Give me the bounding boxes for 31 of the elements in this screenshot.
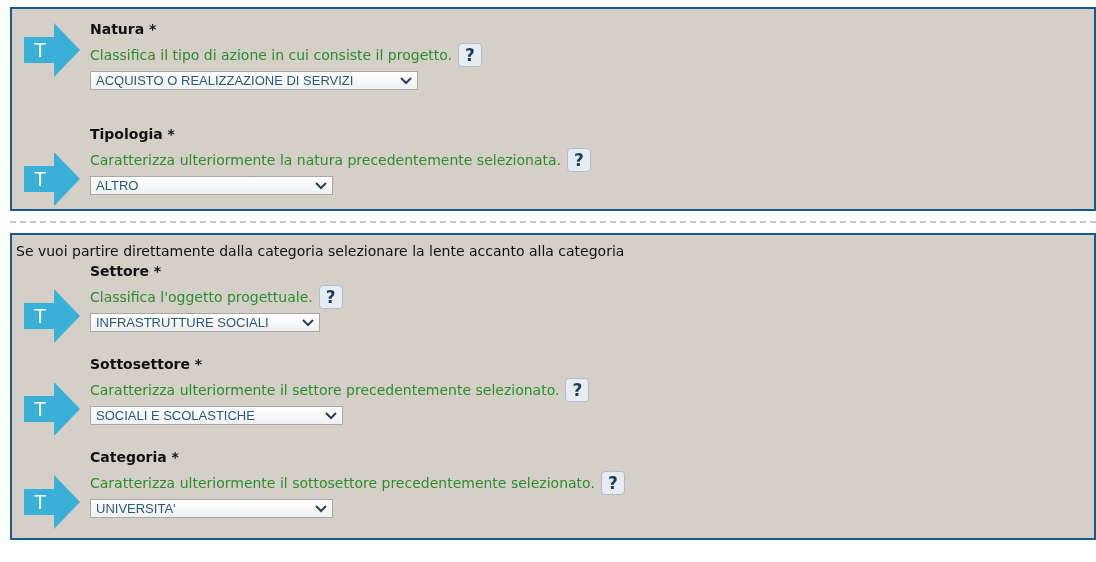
notice-text: Se vuoi partire direttamente dalla categoria selezionare la lente accanto alla categoria (15, 242, 625, 261)
chevron-down-icon (315, 504, 327, 513)
chevron-down-icon (302, 318, 314, 327)
dropdown-select[interactable]: ACQUISTO O REALIZZAZIONE DI SERVIZI (90, 71, 418, 90)
chevron-down-icon (315, 181, 327, 190)
chevron-down-icon (325, 411, 337, 420)
help-button[interactable]: ? (318, 285, 343, 309)
help-button[interactable]: ? (565, 378, 590, 402)
help-button[interactable]: ? (567, 148, 592, 172)
field-label: Natura * (90, 20, 157, 39)
marker-arrow: T (24, 152, 80, 206)
help-button[interactable]: ? (600, 471, 625, 495)
marker-arrow: T (24, 382, 80, 436)
dropdown-select[interactable]: SOCIALI E SCOLASTICHE (90, 406, 343, 425)
marker-arrow: T (24, 475, 80, 529)
field-label: Settore * (90, 262, 162, 281)
field-description: Caratterizza ulteriormente il sottosettore precedentemente selezionato. (90, 474, 595, 493)
field-label: Sottosettore * (90, 355, 203, 374)
marker-arrow: T (24, 23, 80, 77)
dropdown-select[interactable]: INFRASTRUTTURE SOCIALI (90, 313, 320, 332)
help-button[interactable]: ? (458, 43, 482, 67)
field-description: Classifica l'oggetto progettuale. (90, 288, 313, 307)
field-description: Caratterizza ulteriormente il settore precedentemente selezionato. (90, 381, 560, 400)
field-description: Caratterizza ulteriormente la natura precedentemente selezionata. (90, 151, 562, 170)
marker-arrow: T (24, 289, 80, 343)
dropdown-select[interactable]: UNIVERSITA' (90, 499, 333, 518)
dropdown-select[interactable]: ALTRO (90, 176, 333, 195)
field-label: Tipologia * (90, 125, 175, 144)
field-label: Categoria * (90, 448, 179, 467)
chevron-down-icon (400, 76, 412, 85)
field-description: Classifica il tipo di azione in cui consiste il progetto. (90, 46, 452, 65)
